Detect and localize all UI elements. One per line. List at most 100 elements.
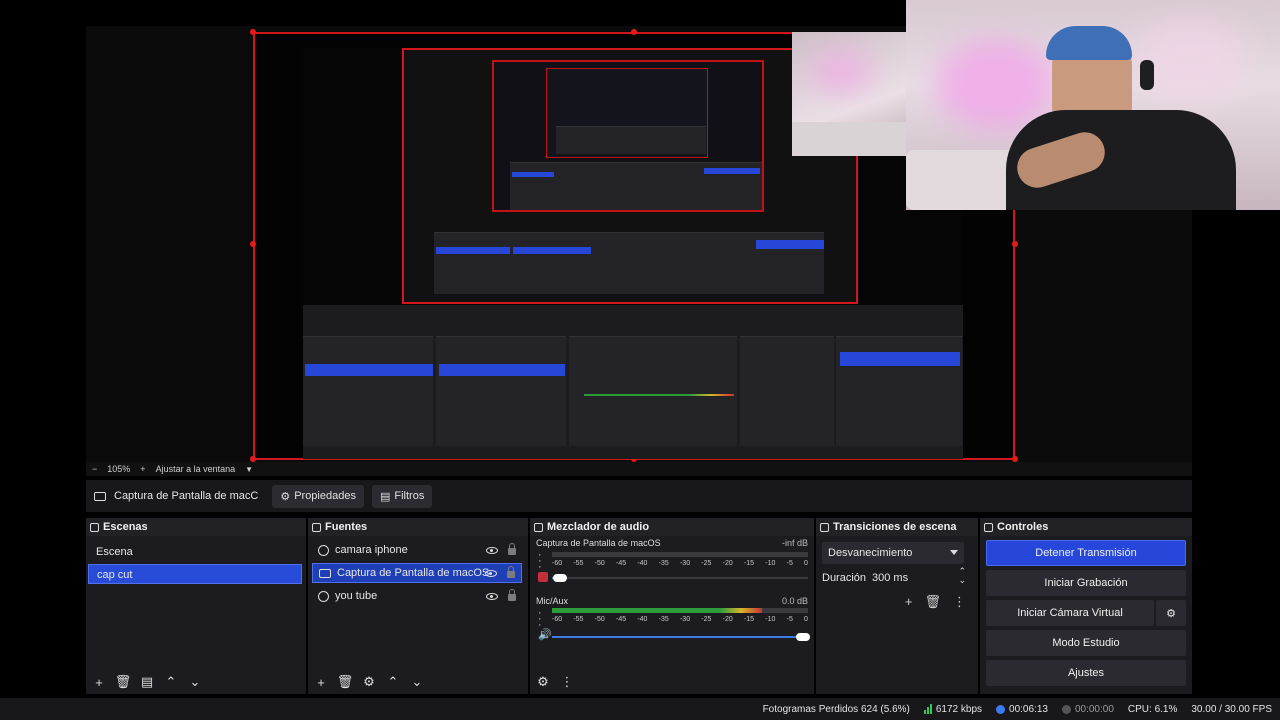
filters-button[interactable]: ▤ Filtros bbox=[371, 484, 433, 508]
meter-tick-label: -35 bbox=[658, 560, 669, 567]
move-source-down-button[interactable]: ⌄ bbox=[410, 674, 424, 689]
meter-tick-label: -45 bbox=[615, 560, 627, 567]
resize-handle[interactable] bbox=[250, 29, 256, 35]
transition-select[interactable]: Desvanecimiento bbox=[822, 542, 964, 564]
volume-slider[interactable] bbox=[552, 633, 810, 641]
lock-icon[interactable] bbox=[508, 543, 516, 555]
properties-button[interactable]: ⚙ Propiedades bbox=[272, 484, 364, 508]
meter-tick-label: -5 bbox=[786, 616, 793, 623]
filters-icon: ▤ bbox=[379, 490, 391, 503]
gear-icon: ⚙ bbox=[280, 490, 291, 503]
scenes-dock: Escenas Escena cap cut + 🗑 ▤ ⌃ ⌄ bbox=[86, 518, 306, 694]
resize-handle[interactable] bbox=[1012, 241, 1018, 247]
nested-button bbox=[840, 352, 960, 366]
zoom-out-button[interactable]: − bbox=[92, 464, 97, 474]
nested-button bbox=[704, 168, 760, 174]
visibility-eye-icon[interactable] bbox=[486, 592, 498, 600]
zoom-dropdown[interactable]: ▼ bbox=[245, 465, 253, 474]
channel-name: Captura de Pantalla de macOS bbox=[536, 538, 661, 548]
meter-tick-label: 0 bbox=[804, 560, 808, 567]
nested-dock bbox=[303, 336, 433, 446]
meter-ticks: -60 -55 -50 -45 -40 -35 -30 -25 -20 -15 -10 -5 0 bbox=[552, 560, 808, 567]
meter-tick-label: -30 bbox=[679, 616, 691, 623]
nested-dock bbox=[740, 336, 834, 446]
move-scene-down-button[interactable]: ⌄ bbox=[188, 674, 202, 689]
speaker-icon[interactable]: 🔊 bbox=[538, 628, 552, 641]
speaker-muted-icon[interactable] bbox=[538, 572, 548, 582]
meter-tick-label: -40 bbox=[637, 616, 648, 623]
source-item-captura-pantalla[interactable]: Captura de Pantalla de macOS bbox=[312, 563, 522, 583]
remove-source-button[interactable]: 🗑 bbox=[337, 674, 354, 689]
volume-knob[interactable] bbox=[552, 574, 567, 582]
meter-ticks: -60 -55 -50 -45 -40 -35 -30 -25 -20 -15 -10 -5 0 bbox=[552, 616, 808, 623]
remove-scene-button[interactable]: 🗑 bbox=[115, 674, 132, 689]
meter-tick-label: -30 bbox=[679, 560, 691, 567]
transition-menu-button[interactable]: ⋮ bbox=[953, 594, 966, 610]
duration-stepper[interactable]: ⌃ ⌄ bbox=[958, 567, 966, 585]
scene-filters-button[interactable]: ▤ bbox=[140, 674, 154, 689]
selected-source-name: Captura de Pantalla de macC bbox=[114, 490, 259, 502]
zoom-in-button[interactable]: + bbox=[140, 464, 145, 474]
meter-tick-label: -25 bbox=[701, 560, 712, 567]
add-source-button[interactable]: + bbox=[314, 675, 328, 690]
volume-slider[interactable] bbox=[552, 574, 808, 582]
volume-fill bbox=[552, 636, 803, 638]
start-virtual-camera-button[interactable]: Iniciar Cámara Virtual bbox=[986, 600, 1154, 626]
resize-handle[interactable] bbox=[250, 241, 256, 247]
nested-dock bbox=[556, 126, 706, 154]
source-item-you-tube[interactable]: you tube bbox=[312, 586, 522, 606]
sources-dock-title: Fuentes bbox=[308, 518, 528, 536]
duration-label: Duración bbox=[822, 572, 867, 584]
audio-mixer-dock: Mezclador de audio Captura de Pantalla d… bbox=[530, 518, 814, 694]
lock-icon[interactable] bbox=[508, 589, 516, 601]
meter-tick-label: -35 bbox=[658, 616, 669, 623]
audio-mixer-dock-title: Mezclador de audio bbox=[530, 518, 814, 536]
advanced-audio-button[interactable]: ⚙ bbox=[536, 674, 550, 689]
globe-icon bbox=[318, 590, 329, 602]
mixer-channel-mic: Mic/Aux 0.0 dB · · · -60 -55 -50 -45 -40 -35 -30… bbox=[530, 594, 814, 652]
record-time: 00:00:00 bbox=[1074, 703, 1114, 715]
move-source-up-button[interactable]: ⌃ bbox=[386, 674, 400, 689]
nested-dock bbox=[436, 336, 566, 446]
cpu-usage: CPU: 6.1% bbox=[1127, 703, 1178, 715]
meter-tick-label: -45 bbox=[615, 616, 627, 623]
dropped-frames: Fotogramas Perdidos 624 (5.6%) bbox=[762, 703, 910, 715]
source-properties-button[interactable]: ⚙ bbox=[362, 674, 376, 689]
duration-input[interactable]: 300 ms bbox=[872, 572, 908, 584]
scene-item-escena[interactable]: Escena bbox=[88, 542, 302, 562]
stop-stream-button[interactable]: Detener Transmisión bbox=[986, 540, 1186, 566]
volume-knob[interactable] bbox=[795, 633, 810, 641]
add-scene-button[interactable]: + bbox=[92, 675, 106, 690]
source-item-camara-iphone[interactable]: camara iphone bbox=[312, 540, 522, 560]
fps: 30.00 / 30.00 FPS bbox=[1191, 703, 1272, 715]
virtual-camera-settings-button[interactable]: ⚙ bbox=[1156, 600, 1186, 626]
channel-menu-icon[interactable]: · · · bbox=[538, 608, 542, 631]
fit-to-window-button[interactable]: Ajustar a la ventana bbox=[156, 464, 236, 474]
stream-time: 00:06:13 bbox=[1009, 703, 1048, 715]
meter-tick-label: -55 bbox=[573, 616, 584, 623]
start-recording-button[interactable]: Iniciar Grabación bbox=[986, 570, 1186, 596]
lock-icon[interactable] bbox=[507, 566, 515, 578]
webcam-feed-nested bbox=[792, 32, 906, 156]
preview-canvas[interactable] bbox=[0, 0, 1280, 462]
meter-tick-label: -60 bbox=[552, 560, 563, 567]
dock-icon bbox=[984, 522, 993, 532]
meter-tick-label: -15 bbox=[743, 616, 755, 623]
scene-item-cap-cut[interactable]: cap cut bbox=[88, 564, 302, 584]
meter-tick-label: -10 bbox=[765, 560, 776, 567]
remove-transition-button[interactable]: 🗑 bbox=[924, 594, 941, 610]
meter-tick-label: -40 bbox=[637, 560, 648, 567]
mixer-menu-button[interactable]: ⋮ bbox=[560, 674, 574, 689]
resize-handle[interactable] bbox=[631, 29, 637, 35]
visibility-eye-icon[interactable] bbox=[486, 546, 498, 554]
settings-button[interactable]: Ajustes bbox=[986, 660, 1186, 686]
studio-mode-button[interactable]: Modo Estudio bbox=[986, 630, 1186, 656]
meter-tick-label: -25 bbox=[701, 616, 712, 623]
nested-meter bbox=[584, 394, 734, 396]
monitor-icon bbox=[319, 568, 331, 578]
move-scene-up-button[interactable]: ⌃ bbox=[164, 674, 178, 689]
channel-menu-icon[interactable]: · · · bbox=[538, 550, 542, 573]
visibility-eye-icon[interactable] bbox=[485, 569, 497, 577]
headphones bbox=[1140, 60, 1154, 90]
add-transition-button[interactable]: + bbox=[905, 594, 913, 610]
